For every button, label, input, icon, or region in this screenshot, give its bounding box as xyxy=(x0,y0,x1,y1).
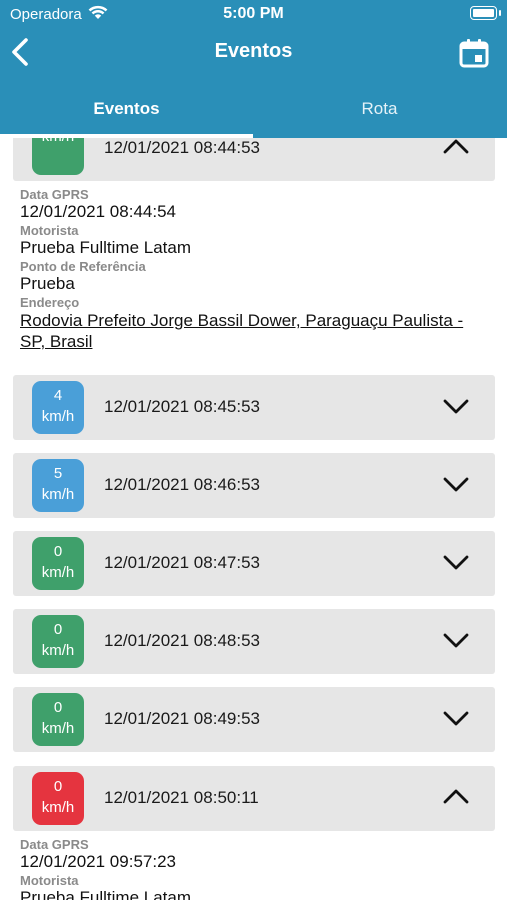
address-label: Endereço xyxy=(20,295,80,310)
nav-bar: Eventos xyxy=(0,30,507,74)
event-time: 12/01/2021 08:48:53 xyxy=(104,631,260,650)
chevron-up-icon[interactable] xyxy=(443,786,469,808)
event-details: Data GPRS 12/01/2021 08:44:54 Motorista … xyxy=(13,187,495,362)
speed-unit: km/h xyxy=(41,720,75,737)
event-time: 12/01/2021 08:47:53 xyxy=(104,553,260,572)
battery-icon xyxy=(470,6,501,20)
gprs-date-value: 12/01/2021 09:57:23 xyxy=(20,852,176,871)
calendar-button[interactable] xyxy=(459,38,489,68)
speed-badge: km/h xyxy=(32,138,84,175)
speed-badge: 0 km/h xyxy=(32,772,84,825)
driver-value: Prueba Fulltime Latam xyxy=(20,888,192,900)
speed-unit: km/h xyxy=(41,642,75,659)
speed-badge: 4 km/h xyxy=(32,381,84,434)
tab-eventos[interactable]: Eventos xyxy=(0,88,253,138)
event-time: 12/01/2021 08:45:53 xyxy=(104,397,260,416)
driver-label: Motorista xyxy=(20,873,79,888)
page-title: Eventos xyxy=(214,40,293,62)
gprs-date-label: Data GPRS xyxy=(20,837,89,852)
event-row[interactable]: 0 km/h 12/01/2021 08:48:53 xyxy=(13,609,495,674)
address-link[interactable]: Rodovia Prefeito Jorge Bassil Dower, Par… xyxy=(20,310,488,352)
event-time: 12/01/2021 08:44:53 xyxy=(104,138,260,157)
app-header: Operadora 5:00 PM Eventos Eventos Rota xyxy=(0,0,507,138)
speed-unit: km/h xyxy=(41,486,75,503)
reference-value: Prueba xyxy=(20,274,75,293)
tab-bar: Eventos Rota xyxy=(0,88,507,138)
event-row[interactable]: 4 km/h 12/01/2021 08:45:53 xyxy=(13,375,495,440)
chevron-down-icon[interactable] xyxy=(443,629,469,651)
gprs-date-label: Data GPRS xyxy=(20,187,89,202)
event-row[interactable]: 0 km/h 12/01/2021 08:50:11 xyxy=(13,766,495,831)
speed-badge: 5 km/h xyxy=(32,459,84,512)
speed-value: 5 xyxy=(53,465,63,482)
event-time: 12/01/2021 08:50:11 xyxy=(104,788,259,807)
speed-value: 0 xyxy=(53,621,63,638)
speed-value: 4 xyxy=(53,387,63,404)
event-row[interactable]: 0 km/h 12/01/2021 08:49:53 xyxy=(13,687,495,752)
chevron-up-icon[interactable] xyxy=(443,138,469,158)
status-time: 5:00 PM xyxy=(223,5,284,22)
speed-badge: 0 km/h xyxy=(32,693,84,746)
status-bar: Operadora 5:00 PM xyxy=(0,0,507,28)
event-list[interactable]: km/h 12/01/2021 08:44:53 Data GPRS 12/01… xyxy=(0,138,507,900)
speed-unit: km/h xyxy=(41,408,75,425)
speed-value: 0 xyxy=(53,699,63,716)
event-row[interactable]: 5 km/h 12/01/2021 08:46:53 xyxy=(13,453,495,518)
event-details: Data GPRS 12/01/2021 09:57:23 Motorista … xyxy=(13,837,495,900)
driver-label: Motorista xyxy=(20,223,79,238)
speed-unit: km/h xyxy=(32,138,84,147)
event-time: 12/01/2021 08:46:53 xyxy=(104,475,260,494)
calendar-icon xyxy=(459,39,489,68)
chevron-down-icon[interactable] xyxy=(443,707,469,729)
event-row[interactable]: km/h 12/01/2021 08:44:53 xyxy=(13,138,495,181)
speed-unit: km/h xyxy=(41,799,75,816)
speed-value: 0 xyxy=(53,543,63,560)
chevron-down-icon[interactable] xyxy=(443,473,469,495)
driver-value: Prueba Fulltime Latam xyxy=(20,238,192,257)
reference-label: Ponto de Referência xyxy=(20,259,146,274)
tab-rota[interactable]: Rota xyxy=(253,88,506,138)
speed-badge: 0 km/h xyxy=(32,615,84,668)
chevron-down-icon[interactable] xyxy=(443,551,469,573)
gprs-date-value: 12/01/2021 08:44:54 xyxy=(20,202,176,221)
event-time: 12/01/2021 08:49:53 xyxy=(104,709,260,728)
event-row[interactable]: 0 km/h 12/01/2021 08:47:53 xyxy=(13,531,495,596)
speed-value: 0 xyxy=(53,778,63,795)
speed-unit: km/h xyxy=(41,564,75,581)
speed-badge: 0 km/h xyxy=(32,537,84,590)
chevron-down-icon[interactable] xyxy=(443,395,469,417)
